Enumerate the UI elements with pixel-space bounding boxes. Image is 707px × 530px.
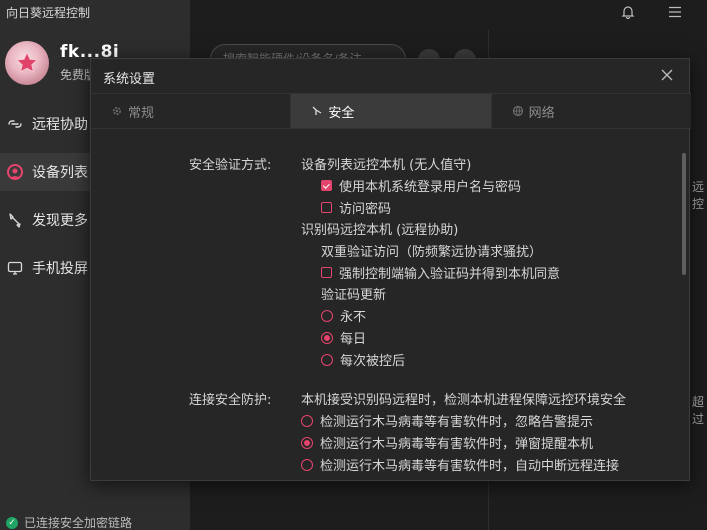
dual-verify-heading: 双重验证访问（防频繁远协请求骚扰） xyxy=(321,245,543,260)
settings-tabs: 常规 安全 网络 xyxy=(91,93,691,129)
tab-security[interactable]: 安全 xyxy=(291,94,492,128)
connection-protection-description: 本机接受识别码远程时，检测本机进程保障远控环境安全 xyxy=(301,393,627,408)
device-list-heading: 设备列表远控本机 (无人值守) xyxy=(301,158,472,173)
sidebar-item-label: 远程协助 xyxy=(32,117,88,133)
dialog-title: 系统设置 xyxy=(103,72,156,87)
tab-network[interactable]: 网络 xyxy=(491,94,691,128)
option-label: 使用本机系统登录用户名与密码 xyxy=(339,180,522,195)
id-code-heading: 识别码远控本机 (远程协助) xyxy=(301,223,459,238)
app-title: 向日葵远程控制 xyxy=(6,6,91,20)
app-window: 向日葵远程控制 fk...8i 免费版 远程协助 设备列表 发现更多 手机投屏 … xyxy=(0,0,707,530)
code-update-daily-option[interactable]: 每日 xyxy=(321,328,366,347)
tab-label: 网络 xyxy=(528,105,555,121)
sidebar-item-label: 设备列表 xyxy=(32,165,88,181)
discover-icon xyxy=(6,211,24,229)
option-label: 检测运行木马病毒等有害软件时，弹窗提醒本机 xyxy=(320,437,594,452)
sidebar-item-label: 手机投屏 xyxy=(32,261,88,277)
code-update-after-control-radio[interactable] xyxy=(321,353,333,366)
protection-disconnect-radio[interactable] xyxy=(301,458,313,471)
protection-popup-option[interactable]: 检测运行木马病毒等有害软件时，弹窗提醒本机 xyxy=(301,433,593,452)
security-icon xyxy=(311,105,323,117)
connection-protection-label: 连接安全防护: xyxy=(189,393,272,408)
code-update-after-control-option[interactable]: 每次被控后 xyxy=(321,350,405,369)
option-label: 访问密码 xyxy=(339,202,392,217)
background-text-fragment: 远控 xyxy=(692,180,705,211)
shield-check-icon: ✓ xyxy=(6,516,18,529)
gear-icon xyxy=(111,105,123,117)
code-update-never-option[interactable]: 永不 xyxy=(321,306,366,325)
remote-assist-icon xyxy=(6,115,24,133)
force-verify-checkbox[interactable] xyxy=(321,267,332,278)
access-password-option[interactable]: 访问密码 xyxy=(321,198,391,217)
use-system-login-checkbox[interactable] xyxy=(321,180,332,191)
protection-disconnect-option[interactable]: 检测运行木马病毒等有害软件时，自动中断远程连接 xyxy=(301,455,619,474)
code-update-never-radio[interactable] xyxy=(321,309,333,322)
protection-ignore-option[interactable]: 检测运行木马病毒等有害软件时，忽略告警提示 xyxy=(301,411,593,430)
tab-general[interactable]: 常规 xyxy=(91,94,292,128)
option-label: 永不 xyxy=(340,310,367,325)
bell-icon[interactable] xyxy=(621,5,635,19)
security-verification-label: 安全验证方式: xyxy=(189,158,272,173)
settings-dialog: 系统设置 常规 安全 网络 安全验证方式: 设备列表远控本机 (无人值守) 使用… xyxy=(90,58,691,481)
sidebar-item-label: 发现更多 xyxy=(32,213,88,229)
protection-ignore-radio[interactable] xyxy=(301,414,313,427)
menu-icon[interactable] xyxy=(668,6,682,18)
background-text-fragment: 超过 xyxy=(692,395,705,426)
device-list-icon xyxy=(6,163,24,181)
close-icon[interactable] xyxy=(659,67,675,83)
option-label: 检测运行木马病毒等有害软件时，自动中断远程连接 xyxy=(320,459,620,474)
screen-cast-icon xyxy=(6,259,24,277)
tab-label: 安全 xyxy=(328,105,355,121)
use-system-login-option[interactable]: 使用本机系统登录用户名与密码 xyxy=(321,176,521,195)
star-icon xyxy=(15,51,39,73)
access-password-checkbox[interactable] xyxy=(321,202,332,213)
protection-popup-radio[interactable] xyxy=(301,436,313,449)
security-settings-panel: 安全验证方式: 设备列表远控本机 (无人值守) 使用本机系统登录用户名与密码 访… xyxy=(91,130,691,480)
force-verify-option[interactable]: 强制控制端输入验证码并得到本机同意 xyxy=(321,263,560,282)
option-label: 强制控制端输入验证码并得到本机同意 xyxy=(339,267,561,282)
option-label: 检测运行木马病毒等有害软件时，忽略告警提示 xyxy=(320,415,594,430)
option-label: 每次被控后 xyxy=(340,354,406,369)
avatar[interactable] xyxy=(5,41,49,85)
connection-status: ✓ 已连接安全加密链路 xyxy=(6,514,132,530)
connection-status-text: 已连接安全加密链路 xyxy=(24,516,133,530)
network-icon xyxy=(512,105,524,117)
code-update-daily-radio[interactable] xyxy=(321,331,333,344)
tab-label: 常规 xyxy=(128,105,155,121)
code-update-heading: 验证码更新 xyxy=(321,288,387,303)
option-label: 每日 xyxy=(340,332,367,347)
